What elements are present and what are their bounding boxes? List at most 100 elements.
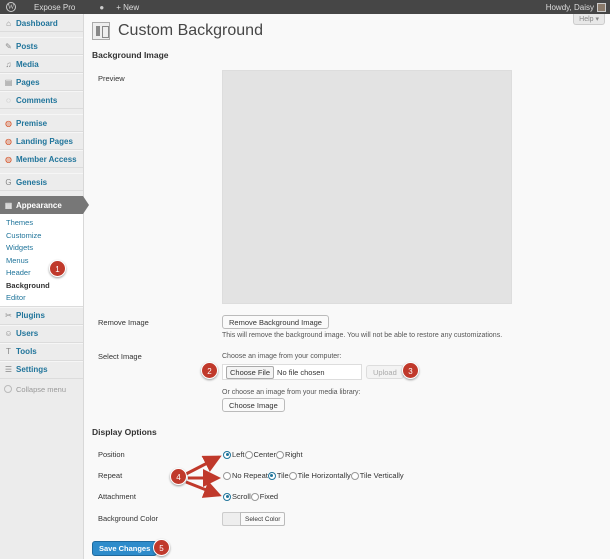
admin-bar: W Expose Pro ● + New Howdy, Daisy <box>0 0 610 14</box>
sidebar-item-label: Users <box>16 329 39 338</box>
position-left-label[interactable]: Left <box>232 450 245 459</box>
color-swatch[interactable] <box>222 512 240 526</box>
wordpress-logo-icon[interactable]: W <box>0 0 22 14</box>
submenu-item-background[interactable]: Background <box>0 279 83 292</box>
submenu-item-themes[interactable]: Themes <box>0 216 83 229</box>
choose-file-button[interactable]: Choose File <box>226 365 275 379</box>
sidebar-item-member-access[interactable]: ◍ Member Access <box>0 150 83 168</box>
admin-sidebar: ⌂ Dashboard ✎ Posts ♫ Media ▤ Pages ◌ Comment… <box>0 14 89 559</box>
sidebar-item-premise[interactable]: ◍ Premise <box>0 114 83 132</box>
repeat-vertical-radio[interactable] <box>350 471 359 480</box>
sidebar-item-label: Plugins <box>16 311 45 320</box>
attachment-label: Attachment <box>98 492 136 501</box>
sidebar-item-label: Dashboard <box>16 18 58 28</box>
sidebar-item-plugins[interactable]: ✂ Plugins <box>0 306 83 325</box>
sidebar-item-appearance[interactable]: ▦ Appearance <box>0 196 89 214</box>
sidebar-item-label: Posts <box>16 41 38 51</box>
genesis-icon: G <box>5 177 12 187</box>
posts-icon: ✎ <box>5 41 12 51</box>
remove-note: This will remove the background image. Y… <box>222 332 503 339</box>
attachment-scroll-radio[interactable] <box>223 492 231 501</box>
page-header: Custom Background <box>92 22 263 40</box>
sidebar-item-dashboard[interactable]: ⌂ Dashboard <box>0 14 83 32</box>
sidebar-item-label: Member Access <box>16 154 77 164</box>
sidebar-item-label: Genesis <box>16 177 48 187</box>
section-display-options: Display Options <box>92 427 157 437</box>
sidebar-item-pages[interactable]: ▤ Pages <box>0 73 83 91</box>
repeat-horizontal-radio[interactable] <box>288 471 297 480</box>
select-color-button[interactable]: Select Color <box>240 512 286 526</box>
attachment-fixed-label[interactable]: Fixed <box>260 492 278 501</box>
avatar <box>597 2 606 12</box>
page-title: Custom Background <box>118 22 263 39</box>
attachment-radio-group: Scroll Fixed <box>223 492 278 501</box>
file-input[interactable]: Choose File No file chosen <box>222 364 362 380</box>
submenu-item-menus[interactable]: Menus <box>0 254 83 267</box>
choose-image-button[interactable]: Choose Image <box>222 398 285 412</box>
help-tab[interactable]: Help ▾ <box>573 14 605 25</box>
repeat-horizontal-label[interactable]: Tile Horizontally <box>298 471 351 480</box>
repeat-tile-label[interactable]: Tile <box>277 471 289 480</box>
collapse-icon <box>4 385 12 393</box>
sidebar-item-label: Tools <box>16 347 37 356</box>
upload-button[interactable]: Upload <box>366 365 404 379</box>
repeat-none-radio[interactable] <box>223 471 231 480</box>
background-color-label: Background Color <box>98 514 159 523</box>
submenu-item-customize[interactable]: Customize <box>0 229 83 242</box>
submenu-item-editor[interactable]: Editor <box>0 291 83 304</box>
repeat-tile-radio[interactable] <box>267 471 276 480</box>
position-label: Position <box>98 450 125 459</box>
sidebar-item-landing-pages[interactable]: ◍ Landing Pages <box>0 132 83 150</box>
choose-library-label: Or choose an image from your media libra… <box>222 389 361 396</box>
repeat-none-label[interactable]: No Repeat <box>232 471 268 480</box>
remove-background-button[interactable]: Remove Background Image <box>222 315 329 329</box>
new-content-link[interactable]: + New <box>110 3 145 12</box>
position-right-radio[interactable] <box>276 450 285 459</box>
save-changes-button[interactable]: Save Changes <box>92 541 158 556</box>
submenu-item-widgets[interactable]: Widgets <box>0 241 83 254</box>
callout-badge-3: 3 <box>402 362 419 379</box>
tools-icon: T <box>6 347 11 356</box>
attachment-scroll-label[interactable]: Scroll <box>232 492 251 501</box>
account-menu[interactable]: Howdy, Daisy <box>545 2 610 12</box>
sidebar-item-posts[interactable]: ✎ Posts <box>0 37 83 55</box>
media-icon: ♫ <box>5 59 12 69</box>
sidebar-item-tools[interactable]: T Tools <box>0 342 83 361</box>
appearance-page-icon <box>92 22 110 40</box>
repeat-vertical-label[interactable]: Tile Vertically <box>360 471 404 480</box>
sidebar-item-label: Comments <box>16 95 58 105</box>
select-image-label: Select Image <box>98 352 142 361</box>
sidebar-item-label: Pages <box>16 77 40 87</box>
comments-icon: ◌ <box>6 95 11 105</box>
appearance-icon: ▦ <box>4 200 13 210</box>
collapse-label: Collapse menu <box>16 384 67 394</box>
position-center-label[interactable]: Center <box>254 450 277 459</box>
position-left-radio[interactable] <box>223 450 231 459</box>
sidebar-item-comments[interactable]: ◌ Comments <box>0 91 83 109</box>
position-right-label[interactable]: Right <box>285 450 303 459</box>
callout-badge-1: 1 <box>49 260 66 277</box>
plugins-icon: ✂ <box>5 311 12 320</box>
position-center-radio[interactable] <box>244 450 253 459</box>
sidebar-item-label: Premise <box>16 118 48 128</box>
attachment-fixed-radio[interactable] <box>250 492 259 501</box>
premise-icon: ◍ <box>5 118 12 128</box>
sidebar-item-media[interactable]: ♫ Media <box>0 55 83 73</box>
background-preview <box>222 70 512 304</box>
site-name-link[interactable]: Expose Pro <box>22 3 93 12</box>
howdy-label: Howdy, Daisy <box>545 2 594 12</box>
sidebar-item-users[interactable]: ☺ Users <box>0 324 83 343</box>
collapse-menu-button[interactable]: Collapse menu <box>0 379 83 400</box>
choose-computer-label: Choose an image from your computer: <box>222 353 342 360</box>
submenu-item-header[interactable]: Header <box>0 266 83 279</box>
settings-icon: ☰ <box>4 365 13 374</box>
sidebar-item-label: Media <box>16 59 39 69</box>
sidebar-item-settings[interactable]: ☰ Settings <box>0 360 83 379</box>
sidebar-item-genesis[interactable]: G Genesis <box>0 173 83 191</box>
sidebar-item-label: Landing Pages <box>16 136 73 146</box>
pages-icon: ▤ <box>4 77 13 87</box>
comments-bubble-icon[interactable]: ● <box>93 3 110 12</box>
dashboard-icon: ⌂ <box>6 18 11 28</box>
preview-label: Preview <box>98 74 125 83</box>
repeat-label: Repeat <box>98 471 123 480</box>
